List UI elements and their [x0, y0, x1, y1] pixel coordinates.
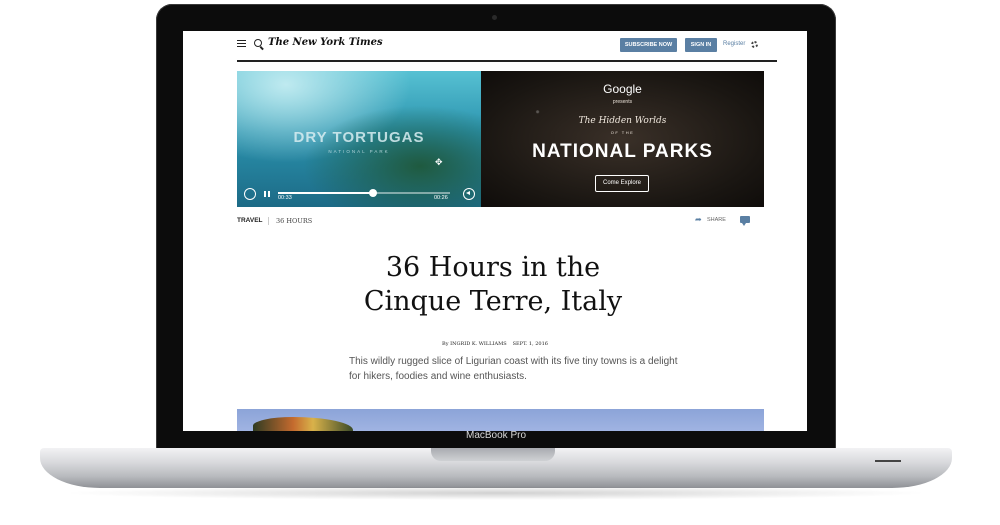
- byline: By INGRID K. WILLIAMS SEPT. 1, 2016: [183, 341, 807, 347]
- laptop-shadow: [60, 486, 932, 500]
- site-header: The New York Times SUBSCRIBE NOW SIGN IN…: [183, 31, 807, 62]
- laptop-notch: [431, 448, 555, 461]
- hero-image-town: [253, 417, 353, 431]
- byline-author[interactable]: By INGRID K. WILLIAMS: [442, 341, 507, 347]
- comment-icon[interactable]: [740, 216, 750, 226]
- promo-presents: presents: [612, 99, 633, 105]
- google-promo-ad[interactable]: Google presents The Hidden Worlds OF THE…: [481, 71, 764, 207]
- video-progress-fill: [278, 192, 373, 194]
- article-headline: 36 Hours in the Cinque Terre, Italy: [293, 251, 693, 319]
- device-brand-label: MacBook Pro: [465, 430, 527, 441]
- video-player[interactable]: DRY TORTUGAS NATIONAL PARK ✥ 00:33 00:26: [237, 71, 481, 207]
- video-subtitle: NATIONAL PARK: [328, 149, 390, 154]
- search-icon[interactable]: [254, 39, 262, 47]
- site-logo[interactable]: The New York Times: [268, 37, 383, 48]
- video-progress-handle[interactable]: [368, 189, 377, 197]
- promo-tagline: The Hidden Worlds: [578, 116, 667, 126]
- laptop-slot: [875, 460, 901, 462]
- subscribe-button[interactable]: SUBSCRIBE NOW: [620, 38, 677, 52]
- pause-icon[interactable]: [264, 191, 270, 197]
- camera-icon: [492, 15, 497, 20]
- section-link-travel[interactable]: TRAVEL: [237, 217, 263, 224]
- promo-title: NATIONAL PARKS: [532, 141, 713, 162]
- section-divider: [268, 217, 269, 225]
- browser-screen: The New York Times SUBSCRIBE NOW SIGN IN…: [183, 31, 807, 431]
- hero-image: [237, 409, 764, 431]
- vr-toggle-icon[interactable]: [244, 188, 256, 200]
- video-progress-bar[interactable]: [278, 189, 450, 197]
- promo-of-the: OF THE: [610, 130, 635, 135]
- subsection-link[interactable]: 36 HOURS: [276, 217, 312, 225]
- headline-line-2: Cinque Terre, Italy: [363, 286, 623, 317]
- volume-icon[interactable]: [463, 188, 475, 200]
- promo-brand: Google: [603, 82, 642, 96]
- share-button[interactable]: SHARE: [707, 217, 726, 223]
- article-summary: This wildly rugged slice of Ligurian coa…: [349, 356, 678, 382]
- sign-in-button[interactable]: SIGN IN: [685, 38, 717, 52]
- share-icon[interactable]: ➦: [695, 215, 702, 224]
- video-remaining-time: 00:26: [434, 195, 448, 201]
- register-link[interactable]: Register: [723, 41, 745, 47]
- come-explore-button[interactable]: Come Explore: [595, 175, 649, 192]
- video-title: DRY TORTUGAS: [293, 129, 425, 146]
- gear-icon[interactable]: [751, 41, 758, 48]
- hamburger-menu-icon[interactable]: [237, 40, 246, 47]
- move-cursor-icon: ✥: [435, 157, 443, 167]
- byline-date: SEPT. 1, 2016: [512, 341, 548, 347]
- video-current-time: 00:33: [278, 195, 292, 201]
- headline-line-1: 36 Hours in the: [385, 252, 601, 283]
- header-divider: [237, 60, 777, 62]
